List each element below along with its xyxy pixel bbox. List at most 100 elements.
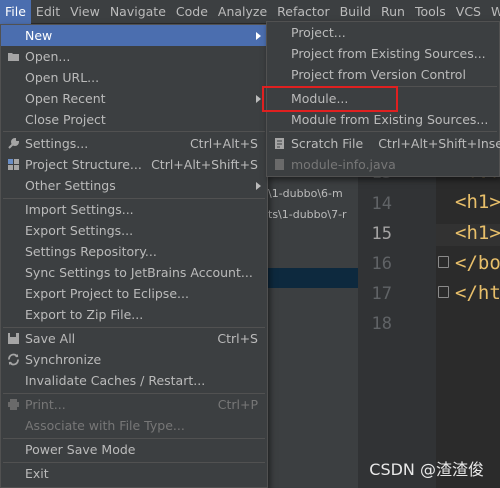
code-line: </bo — [455, 252, 500, 274]
line-number: 18 — [371, 314, 392, 334]
line-number: 17 — [371, 284, 392, 304]
annotation-highlight-box — [262, 86, 398, 112]
menu-window[interactable]: W — [486, 0, 500, 24]
code-line: <h1> — [455, 222, 500, 244]
menu-item-label: Import Settings... — [25, 202, 134, 217]
menu-item-label: Exit — [25, 466, 49, 481]
menu-item-print[interactable]: Print... Ctrl+P — [1, 394, 267, 415]
menu-item-open[interactable]: Open... — [1, 46, 267, 67]
code-line: </ht — [455, 282, 500, 304]
menu-item-project-existing-sources[interactable]: Project from Existing Sources... — [267, 43, 499, 64]
menu-item-synchronize[interactable]: Synchronize — [1, 349, 267, 370]
menu-item-new-project[interactable]: Project... — [267, 22, 499, 43]
menu-item-import-settings[interactable]: Import Settings... — [1, 199, 267, 220]
menu-item-label: Associate with File Type... — [25, 418, 185, 433]
watermark: CSDN @渣渣俊 — [369, 460, 484, 479]
fold-marker-icon[interactable] — [438, 256, 449, 268]
menu-item-label: module-info.java — [291, 157, 396, 172]
menu-item-label: Project... — [291, 25, 346, 40]
menu-item-export-zip[interactable]: Export to Zip File... — [1, 304, 267, 325]
line-number: 14 — [371, 194, 392, 214]
submenu-arrow-icon — [256, 182, 261, 190]
menu-item-associate-file-type[interactable]: Associate with File Type... — [1, 415, 267, 436]
submenu-arrow-icon — [256, 32, 261, 40]
menu-item-label: Open URL... — [25, 70, 100, 85]
scratch-file-icon — [275, 138, 284, 149]
menu-item-label: New — [25, 28, 53, 43]
menu-item-project-structure[interactable]: Project Structure... Ctrl+Alt+Shift+S — [1, 154, 267, 175]
menu-item-label: Export to Zip File... — [25, 307, 144, 322]
menu-item-label: Open... — [25, 49, 71, 64]
menu-item-label: Save All — [25, 331, 76, 346]
menu-edit[interactable]: Edit — [31, 0, 65, 24]
shortcut-label: Ctrl+P — [217, 397, 258, 412]
menu-separator — [3, 131, 265, 132]
fold-marker-icon[interactable] — [438, 286, 449, 298]
menu-run[interactable]: Run — [376, 0, 410, 24]
print-icon — [8, 399, 19, 410]
shortcut-label: Ctrl+Alt+Shift+S — [151, 157, 258, 172]
menu-item-label: Other Settings — [25, 178, 116, 193]
menu-item-power-save[interactable]: Power Save Mode — [1, 439, 267, 460]
project-structure-icon — [8, 159, 19, 170]
menu-item-label: Close Project — [25, 112, 106, 127]
file-menu: New Open... Open URL... Open Recent Clos… — [0, 24, 268, 488]
menu-view[interactable]: View — [65, 0, 105, 24]
menu-tools[interactable]: Tools — [410, 0, 451, 24]
menu-item-label: Print... — [25, 397, 66, 412]
menu-item-settings-repository[interactable]: Settings Repository... — [1, 241, 267, 262]
menu-item-label: Open Recent — [25, 91, 106, 106]
submenu-arrow-icon — [256, 95, 261, 103]
menu-refactor[interactable]: Refactor — [272, 0, 334, 24]
java-file-icon — [275, 159, 284, 170]
menu-item-open-url[interactable]: Open URL... — [1, 67, 267, 88]
shortcut-label: Ctrl+S — [217, 331, 258, 346]
menu-item-other-settings[interactable]: Other Settings — [1, 175, 267, 196]
menu-item-label: Export Project to Eclipse... — [25, 286, 189, 301]
sync-icon — [8, 353, 19, 366]
menu-item-sync-settings[interactable]: Sync Settings to JetBrains Account... — [1, 262, 267, 283]
menu-item-label: Project from Existing Sources... — [291, 46, 486, 61]
folder-icon — [8, 53, 19, 61]
menu-file[interactable]: File — [0, 0, 31, 24]
menu-code[interactable]: Code — [171, 0, 213, 24]
menu-item-invalidate-caches[interactable]: Invalidate Caches / Restart... — [1, 370, 267, 391]
line-number: 15 — [371, 224, 392, 244]
menu-item-label: Settings Repository... — [25, 244, 157, 259]
menu-item-exit[interactable]: Exit — [1, 463, 267, 484]
menu-item-close-project[interactable]: Close Project — [1, 109, 267, 130]
menu-item-label: Project Structure... — [25, 157, 142, 172]
menu-item-open-recent[interactable]: Open Recent — [1, 88, 267, 109]
menu-item-module-existing-sources[interactable]: Module from Existing Sources... — [267, 109, 499, 130]
menu-item-label: Export Settings... — [25, 223, 134, 238]
menu-item-label: Power Save Mode — [25, 442, 136, 457]
menu-separator — [269, 131, 497, 132]
menu-item-export-settings[interactable]: Export Settings... — [1, 220, 267, 241]
tree-path-2[interactable]: ts\1-dubbo\7-r — [268, 208, 347, 221]
menu-item-label: Project from Version Control — [291, 67, 466, 82]
menu-item-label: Scratch File — [291, 136, 364, 151]
tree-path-1[interactable]: \1-dubbo\6-m — [268, 187, 343, 200]
shortcut-label: Ctrl+Alt+S — [189, 136, 258, 151]
menu-item-label: Settings... — [25, 136, 89, 151]
menu-item-scratch-file[interactable]: Scratch File Ctrl+Alt+Shift+Inse — [267, 133, 500, 154]
menu-item-label: Synchronize — [25, 352, 102, 367]
menu-item-export-eclipse[interactable]: Export Project to Eclipse... — [1, 283, 267, 304]
menu-item-label: Module from Existing Sources... — [291, 112, 489, 127]
save-icon — [8, 333, 19, 344]
menu-vcs[interactable]: VCS — [451, 0, 486, 24]
wrench-icon — [8, 137, 20, 149]
menu-item-module-info[interactable]: module-info.java — [267, 154, 499, 175]
menu-item-label: Invalidate Caches / Restart... — [25, 373, 206, 388]
menu-item-project-vcs[interactable]: Project from Version Control — [267, 64, 499, 85]
menu-item-settings[interactable]: Settings... Ctrl+Alt+S — [1, 133, 267, 154]
menu-navigate[interactable]: Navigate — [105, 0, 171, 24]
menu-build[interactable]: Build — [335, 0, 376, 24]
menu-item-new[interactable]: New — [1, 25, 267, 46]
menu-item-label: Sync Settings to JetBrains Account... — [25, 265, 253, 280]
menu-analyze[interactable]: Analyze — [213, 0, 272, 24]
menu-item-save-all[interactable]: Save All Ctrl+S — [1, 328, 267, 349]
line-number: 16 — [371, 254, 392, 274]
code-line: <h1> — [455, 191, 500, 213]
shortcut-label: Ctrl+Alt+Shift+Inse — [378, 136, 500, 151]
